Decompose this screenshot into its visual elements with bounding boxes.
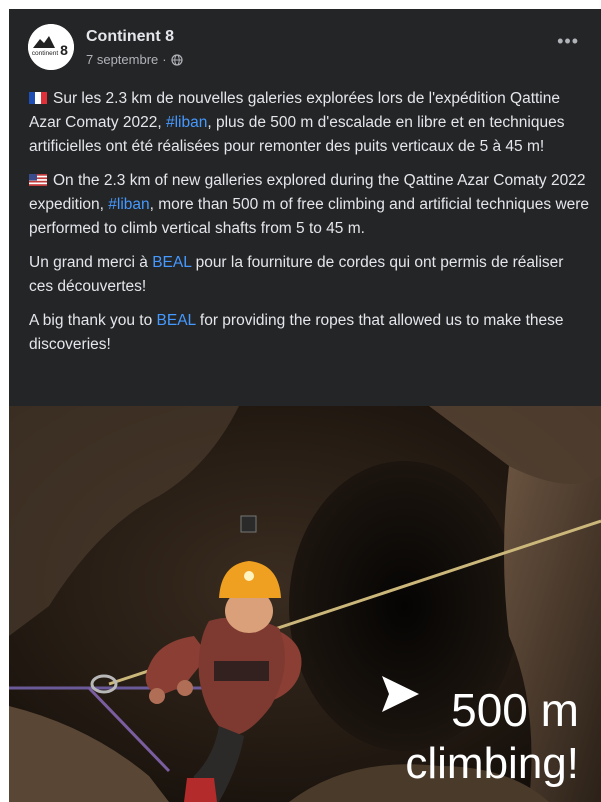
- page-avatar[interactable]: continent 8: [28, 24, 74, 70]
- globe-icon: [171, 53, 183, 66]
- post-date[interactable]: 7 septembre: [86, 52, 158, 67]
- usa-flag-icon: [29, 174, 47, 186]
- post-text: Sur les 2.3 km de nouvelles galeries exp…: [29, 87, 591, 367]
- post-header: continent 8 Continent 8 7 septembre · ••…: [9, 9, 601, 81]
- beal-link-fr[interactable]: BEAL: [152, 254, 191, 271]
- hashtag-liban-en[interactable]: #liban: [108, 196, 149, 213]
- logo-number: 8: [60, 42, 68, 58]
- paragraph-thanks-en: A big thank you to BEAL for providing th…: [29, 309, 591, 357]
- logo-text: continent: [32, 50, 59, 57]
- paragraph-fr: Sur les 2.3 km de nouvelles galeries exp…: [29, 87, 591, 159]
- cave-climber-image: 500 m climbing!: [9, 406, 601, 802]
- hashtag-liban-fr[interactable]: #liban: [166, 114, 207, 131]
- author-name[interactable]: Continent 8: [86, 28, 174, 46]
- paragraph-thanks-fr: Un grand merci à BEAL pour la fourniture…: [29, 251, 591, 299]
- overlay-distance: 500 m: [451, 684, 579, 736]
- post-photo[interactable]: 500 m climbing!: [9, 406, 601, 802]
- thanks-fr-text1: Un grand merci à: [29, 254, 153, 271]
- paragraph-en: On the 2.3 km of new galleries explored …: [29, 169, 591, 241]
- facebook-post: continent 8 Continent 8 7 septembre · ••…: [9, 9, 601, 802]
- france-flag-icon: [29, 92, 47, 104]
- post-meta: 7 septembre ·: [86, 52, 183, 67]
- continent8-logo: continent 8: [28, 24, 74, 70]
- overlay-climbing: climbing!: [405, 739, 579, 788]
- thanks-en-text1: A big thank you to: [29, 312, 157, 329]
- separator-dot: ·: [162, 52, 167, 67]
- more-options-button[interactable]: •••: [557, 31, 579, 52]
- beal-link-en[interactable]: BEAL: [157, 312, 196, 329]
